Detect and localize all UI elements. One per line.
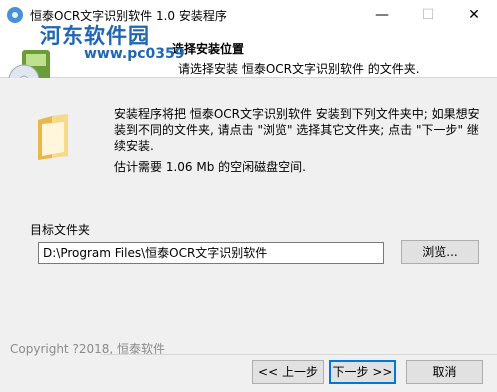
install-info-text: 安装程序将把 恒泰OCR文字识别软件 安装到下列文件夹中; 如果想安装到不同的文… xyxy=(114,107,480,153)
destination-path-input[interactable]: D:\Program Files\恒泰OCR文字识别软件 xyxy=(38,242,384,264)
maximize-button[interactable]: ☐ xyxy=(405,0,451,30)
disk-space-text: 估计需要 1.06 Mb 的空闲磁盘空间. xyxy=(114,160,306,174)
next-button[interactable]: 下一步 >> xyxy=(329,360,396,384)
browse-button[interactable]: 浏览... xyxy=(401,240,479,264)
watermark-url: www.pc0359 xyxy=(84,46,185,62)
cancel-button[interactable]: 取消 xyxy=(406,360,483,384)
installer-app-icon xyxy=(7,7,23,23)
folder-icon xyxy=(38,114,68,160)
footer-divider xyxy=(100,354,497,355)
wizard-body: 安装程序将把 恒泰OCR文字识别软件 安装到下列文件夹中; 如果想安装到不同的文… xyxy=(0,78,497,392)
destination-folder-group: 目标文件夹 D:\Program Files\恒泰OCR文字识别软件 浏览... xyxy=(22,223,479,278)
close-button[interactable]: ✕ xyxy=(451,0,497,30)
minimize-button[interactable]: — xyxy=(359,0,405,30)
page-subtitle: 请选择安装 恒泰OCR文字识别软件 的文件夹. xyxy=(178,62,420,76)
destination-folder-label: 目标文件夹 xyxy=(30,223,91,237)
back-button[interactable]: << 上一步 xyxy=(252,360,324,384)
